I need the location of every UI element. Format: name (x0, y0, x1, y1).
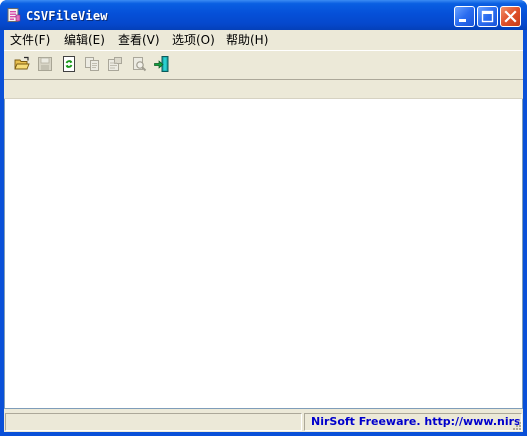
status-panel-link[interactable]: NirSoft Freeware. http://www.nirsoft.net (304, 413, 522, 431)
properties-icon (108, 57, 122, 71)
menu-options[interactable]: 选项(O) (172, 32, 215, 48)
copy-icon (85, 57, 99, 71)
save-button[interactable] (35, 54, 55, 74)
copy-button[interactable] (82, 54, 102, 74)
exit-button[interactable] (152, 54, 172, 74)
status-panel-info (5, 413, 302, 431)
menu-file[interactable]: 文件(F) (10, 32, 50, 48)
column-header-bar (4, 79, 523, 99)
window-title: CSVFileView (26, 9, 108, 23)
app-window: CSVFileView 文件(F) 编辑(E) 查看(V) 选项(O) 帮助(H… (0, 0, 527, 436)
properties-button[interactable] (105, 54, 125, 74)
menu-edit[interactable]: 编辑(E) (64, 32, 105, 48)
status-bar: NirSoft Freeware. http://www.nirsoft.net (4, 411, 523, 432)
find-button[interactable] (129, 54, 149, 74)
maximize-icon (481, 10, 494, 23)
minimize-button[interactable] (454, 6, 475, 27)
title-bar[interactable]: CSVFileView (0, 0, 527, 30)
open-folder-icon (14, 56, 30, 70)
save-icon (38, 57, 52, 71)
close-button[interactable] (500, 6, 521, 27)
nirsoft-link[interactable]: NirSoft Freeware. http://www.nirsoft.net (311, 415, 521, 429)
csv-data-list[interactable] (4, 99, 523, 409)
csv-document-icon (7, 8, 21, 22)
menu-view[interactable]: 查看(V) (118, 32, 160, 48)
menu-bar: 文件(F) 编辑(E) 查看(V) 选项(O) 帮助(H) (4, 30, 523, 50)
resize-grip-icon[interactable] (510, 419, 522, 431)
open-button[interactable] (12, 54, 32, 74)
minimize-icon (459, 19, 466, 22)
refresh-button[interactable] (59, 54, 79, 74)
refresh-icon (63, 56, 75, 72)
exit-icon (154, 56, 169, 72)
find-icon (133, 57, 147, 72)
maximize-button[interactable] (477, 6, 498, 27)
toolbar (4, 51, 523, 77)
client-area: 文件(F) 编辑(E) 查看(V) 选项(O) 帮助(H) NirSoft Fr… (4, 30, 523, 432)
close-icon (504, 10, 517, 23)
menu-help[interactable]: 帮助(H) (226, 32, 268, 48)
